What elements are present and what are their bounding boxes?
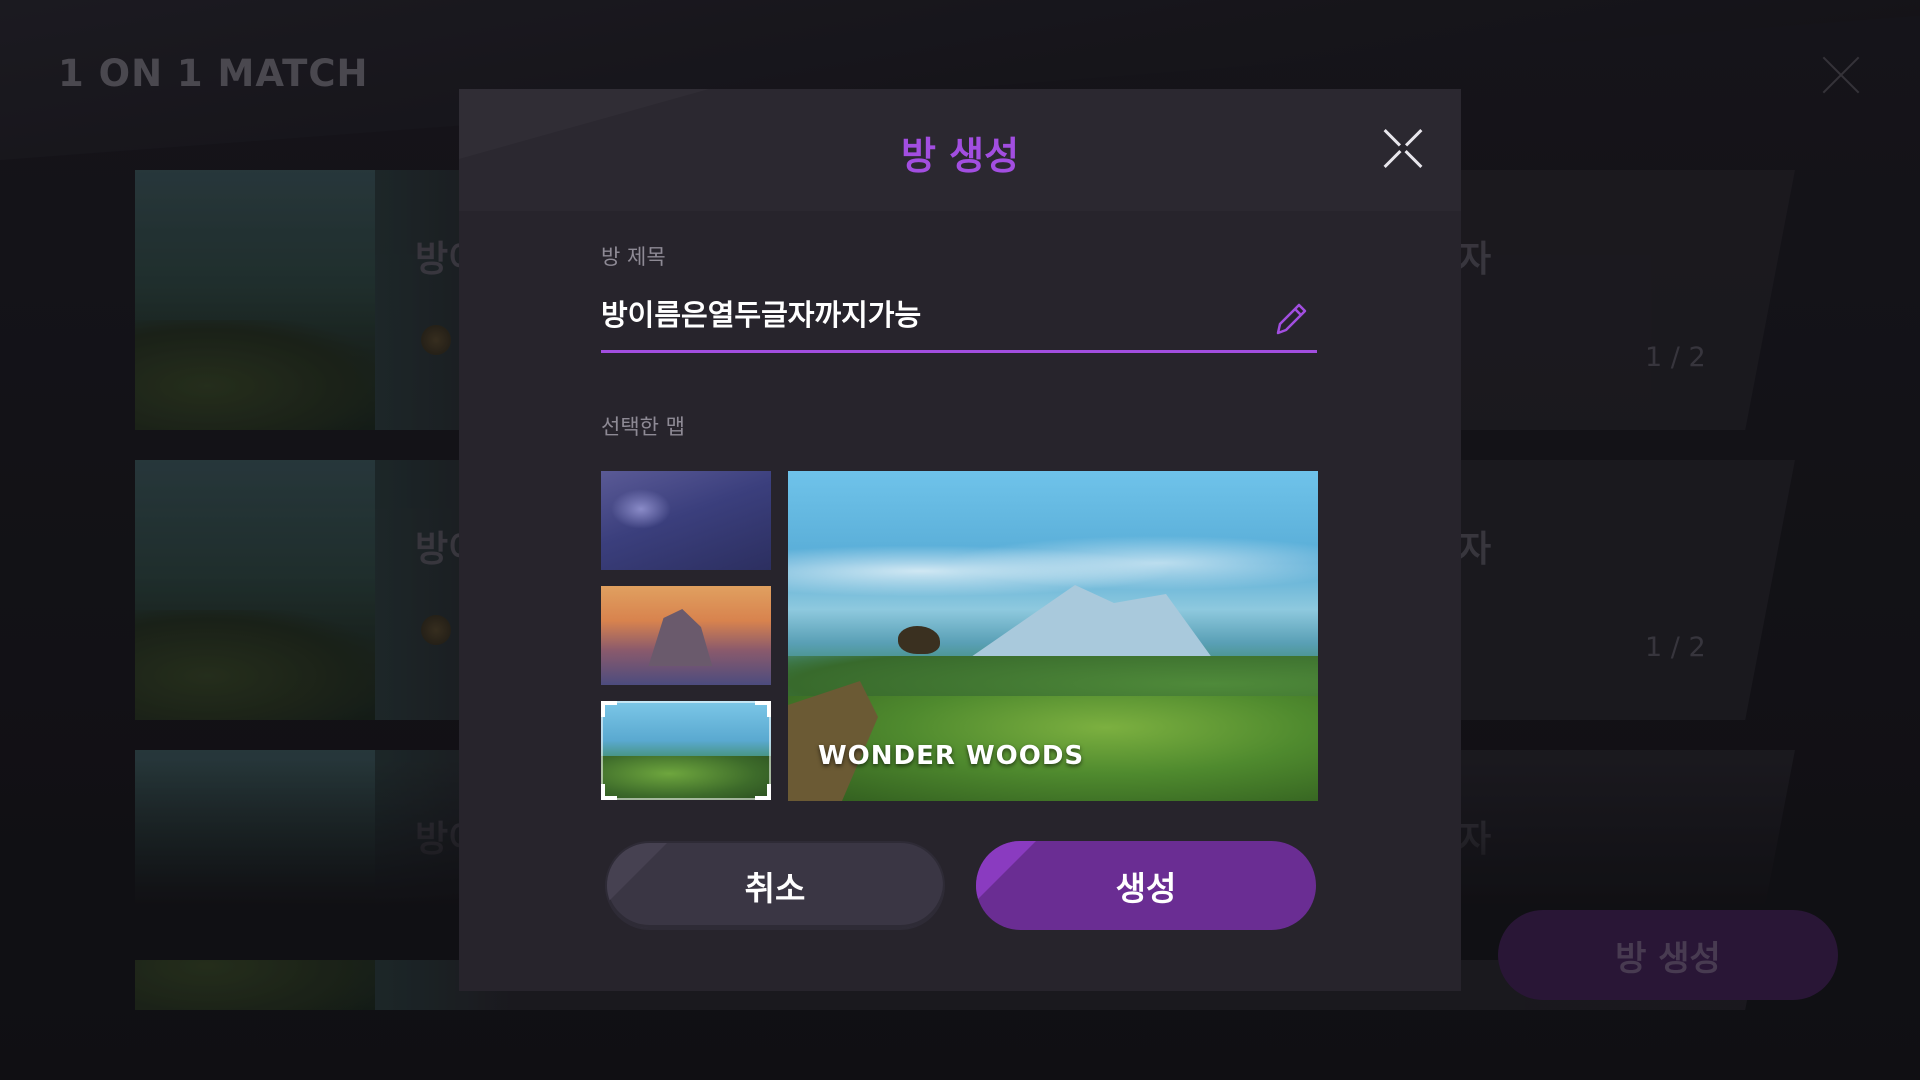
cancel-button[interactable]: 취소 — [605, 841, 945, 930]
dialog-title: 방 생성 — [900, 134, 1020, 178]
selection-frame — [601, 701, 771, 800]
create-button[interactable]: 생성 — [976, 841, 1316, 930]
create-room-dialog: 방 생성 방 제목 선택한 맵 WONDER WOODS 취소 생성 — [459, 89, 1461, 991]
create-button-label: 생성 — [1115, 868, 1177, 908]
map-thumbnail-sunset-cliff[interactable] — [601, 586, 771, 685]
map-thumbnail-night-forest[interactable] — [601, 471, 771, 570]
cancel-button-label: 취소 — [744, 868, 806, 908]
room-title-input[interactable] — [601, 289, 1317, 353]
bird-character — [898, 626, 940, 654]
close-icon[interactable] — [1382, 127, 1424, 169]
pencil-icon[interactable] — [1272, 299, 1308, 339]
selected-map-label: 선택한 맵 — [601, 415, 685, 439]
map-thumbnail-wonder-woods[interactable] — [601, 701, 771, 800]
map-preview-name: WONDER WOODS — [818, 741, 1085, 771]
room-title-label: 방 제목 — [601, 245, 666, 269]
dialog-header: 방 생성 — [459, 89, 1461, 211]
map-preview: WONDER WOODS — [788, 471, 1318, 801]
